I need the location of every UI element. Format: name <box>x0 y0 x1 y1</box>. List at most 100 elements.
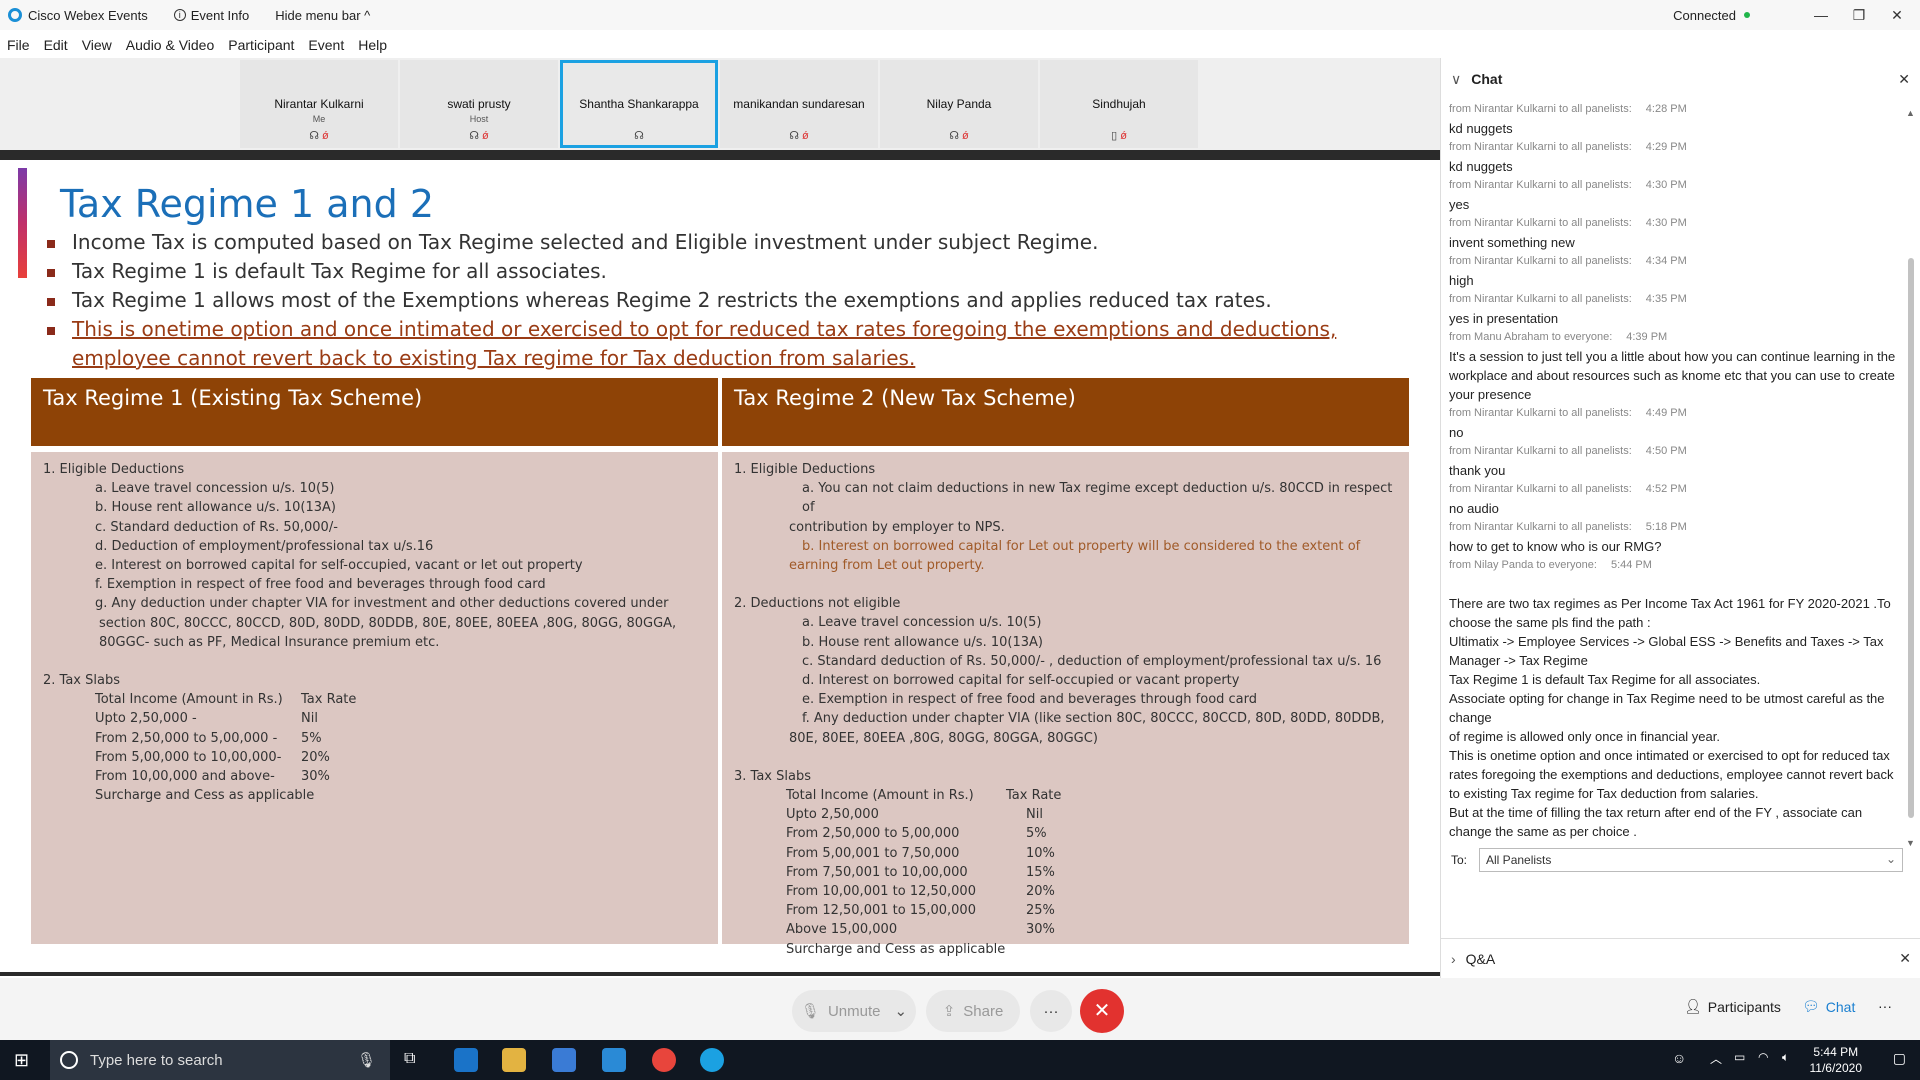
menu-help[interactable]: Help <box>358 37 387 53</box>
mail-icon[interactable] <box>602 1048 626 1072</box>
tray-chevron-icon[interactable]: ︿ <box>1710 1050 1722 1067</box>
chat-message: from Nirantar Kulkarni to all panelists:… <box>1449 290 1901 328</box>
participant-name: Nirantar Kulkarni <box>274 97 364 111</box>
volume-icon[interactable]: 🔈︎ <box>1782 1050 1789 1065</box>
leave-meeting-button[interactable]: ✕ <box>1080 989 1124 1033</box>
webex-taskbar-icon[interactable] <box>700 1048 724 1072</box>
slab-row: From 2,50,000 to 5,00,000 - 5% <box>43 729 706 748</box>
slab-row: Above 15,00,000 30% <box>734 920 1397 939</box>
slab-footer: Surcharge and Cess as applicable <box>786 941 1006 957</box>
more-options-button[interactable]: ··· <box>1030 990 1072 1032</box>
chevron-down-icon[interactable]: ∨ <box>1451 71 1461 88</box>
presentation-slide: Tax Regime 1 and 2 Income Tax is compute… <box>0 160 1440 972</box>
search-placeholder: Type here to search <box>90 1051 223 1069</box>
wifi-icon[interactable]: ◠ <box>1758 1050 1768 1064</box>
microphone-icon[interactable]: 🎙︎ <box>357 1051 376 1069</box>
slab-income: From 10,00,001 to 12,50,000 <box>786 884 976 900</box>
chat-sender: from Nirantar Kulkarni to all panelists:… <box>1449 293 1687 305</box>
deduction-item: g. Any deduction under chapter VIA for i… <box>95 596 669 612</box>
chat-sender: from Nirantar Kulkarni to all panelists:… <box>1449 103 1687 115</box>
chat-text: Ultimatix -> Employee Services -> Global… <box>1449 634 1884 668</box>
participants-button[interactable]: 👤︎ Participants <box>1684 998 1781 1015</box>
mic-icon: 🎙︎ <box>800 1003 820 1020</box>
chat-button[interactable]: 💬︎ Chat <box>1802 998 1855 1015</box>
deduction-item: a. You can not claim deductions in new T… <box>802 481 1393 516</box>
minimize-icon[interactable]: — <box>1806 7 1836 23</box>
people-icon[interactable]: ☺ <box>1672 1050 1686 1066</box>
taskbar-clock[interactable]: 5:44 PM 11/6/2020 <box>1810 1044 1863 1076</box>
participant-tile[interactable]: swati prusty Host ☊ ǿ <box>400 60 558 148</box>
menu-event[interactable]: Event <box>308 37 344 53</box>
share-button[interactable]: ⇪ Share <box>926 990 1020 1032</box>
chat-message: from Nirantar Kulkarni to all panelists:… <box>1449 518 1901 556</box>
menu-participant[interactable]: Participant <box>228 37 294 53</box>
chat-text: how to get to know who is our RMG? <box>1449 539 1662 554</box>
app-logo: Cisco Webex Events <box>8 8 148 23</box>
event-info-button[interactable]: i Event Info <box>173 8 249 23</box>
slab-row: From 5,00,000 to 10,00,000- 20% <box>43 748 706 767</box>
chevron-down-icon[interactable]: ⌄ <box>895 1002 908 1020</box>
chat-label: Chat <box>1825 998 1856 1015</box>
battery-icon[interactable]: ▭ <box>1734 1050 1745 1064</box>
recipient-select[interactable]: All Panelists ⌄ <box>1479 848 1904 872</box>
close-window-icon[interactable]: ✕ <box>1882 7 1912 24</box>
chat-sender: from Nirantar Kulkarni to all panelists:… <box>1449 407 1687 419</box>
menu-edit[interactable]: Edit <box>44 37 68 53</box>
bullet: Tax Regime 1 allows most of the Exemptio… <box>42 286 1342 315</box>
participant-tile[interactable]: manikandan sundaresan ☊ ǿ <box>720 60 878 148</box>
chat-message: from Nirantar Kulkarni to all panelists:… <box>1449 404 1901 442</box>
scroll-thumb[interactable] <box>1908 258 1914 818</box>
chat-text: There are two tax regimes as Per Income … <box>1449 596 1891 630</box>
chat-text: Tax Regime 1 is default Tax Regime for a… <box>1449 672 1761 687</box>
participant-tile-active-speaker[interactable]: Shantha Shankarappa ☊ <box>560 60 718 148</box>
chat-scrollbar[interactable]: ▲ ▼ <box>1906 108 1916 848</box>
slab-rate: 20% <box>1026 884 1055 900</box>
bullet: Tax Regime 1 is default Tax Regime for a… <box>42 257 1342 286</box>
scroll-down-icon[interactable]: ▼ <box>1906 838 1915 848</box>
menu-file[interactable]: File <box>7 37 30 53</box>
hide-menu-label: Hide menu bar ^ <box>275 7 371 23</box>
unmute-label: Unmute <box>827 1002 881 1020</box>
restore-icon[interactable]: ❐ <box>1844 7 1874 24</box>
taskbar-search[interactable]: Type here to search 🎙︎ <box>50 1040 390 1080</box>
chrome-icon[interactable] <box>652 1048 676 1072</box>
close-chat-icon[interactable]: ✕ <box>1898 71 1910 88</box>
menu-audio-video[interactable]: Audio & Video <box>126 37 214 53</box>
slab-rate: 15% <box>1026 864 1055 880</box>
chat-header[interactable]: ∨ Chat ✕ <box>1441 58 1920 100</box>
participant-role <box>1040 114 1198 124</box>
store-icon[interactable] <box>552 1048 576 1072</box>
menu-bar: File Edit View Audio & Video Participant… <box>0 32 394 58</box>
edge-icon[interactable] <box>454 1048 478 1072</box>
file-explorer-icon[interactable] <box>502 1048 526 1072</box>
participant-tile[interactable]: Sindhujah ▯ ǿ <box>1040 60 1198 148</box>
scroll-up-icon[interactable]: ▲ <box>1906 108 1915 118</box>
qa-section-header[interactable]: › Q&A ✕ <box>1441 938 1920 978</box>
chat-message: from Nirantar Kulkarni to all panelists:… <box>1449 100 1901 138</box>
bullet-underlined: This is onetime option and once intimate… <box>42 315 1342 373</box>
notifications-icon[interactable]: ▢ <box>1893 1050 1906 1067</box>
slab-rate: Nil <box>1026 807 1043 823</box>
non-eligible-item: e. Exemption in respect of free food and… <box>802 692 1258 708</box>
regime1-body: 1. Eligible Deductions a. Leave travel c… <box>31 452 718 944</box>
chat-sender: from Nirantar Kulkarni to all panelists:… <box>1449 179 1687 191</box>
slab-row: From 10,00,000 and above- 30% <box>43 767 706 786</box>
qa-title: Q&A <box>1465 950 1496 967</box>
menu-view[interactable]: View <box>82 37 112 53</box>
windows-start-icon[interactable]: ⊞ <box>14 1050 29 1071</box>
slab-rate: Nil <box>301 711 318 727</box>
slab-row: Upto 2,50,000 - Nil <box>43 709 706 728</box>
chat-text: thank you <box>1449 463 1506 478</box>
section-heading: 2. Deductions not eligible <box>734 596 901 612</box>
chat-title: Chat <box>1471 71 1503 87</box>
hide-menu-bar-button[interactable]: Hide menu bar ^ <box>275 8 370 23</box>
close-qa-icon[interactable]: ✕ <box>1899 950 1911 967</box>
slab-income: From 10,00,000 and above- <box>95 769 275 785</box>
participant-tile[interactable]: Nirantar Kulkarni Me ☊ ǿ <box>240 60 398 148</box>
slab-row: From 5,00,001 to 7,50,000 10% <box>734 844 1397 863</box>
participant-tile[interactable]: Nilay Panda ☊ ǿ <box>880 60 1038 148</box>
chat-message: from Nirantar Kulkarni to all panelists:… <box>1449 480 1901 518</box>
unmute-button[interactable]: 🎙︎ Unmute ⌄ <box>792 990 916 1032</box>
task-view-icon[interactable]: ⧉ <box>404 1050 415 1068</box>
more-panels-button[interactable]: ··· <box>1878 998 1892 1014</box>
